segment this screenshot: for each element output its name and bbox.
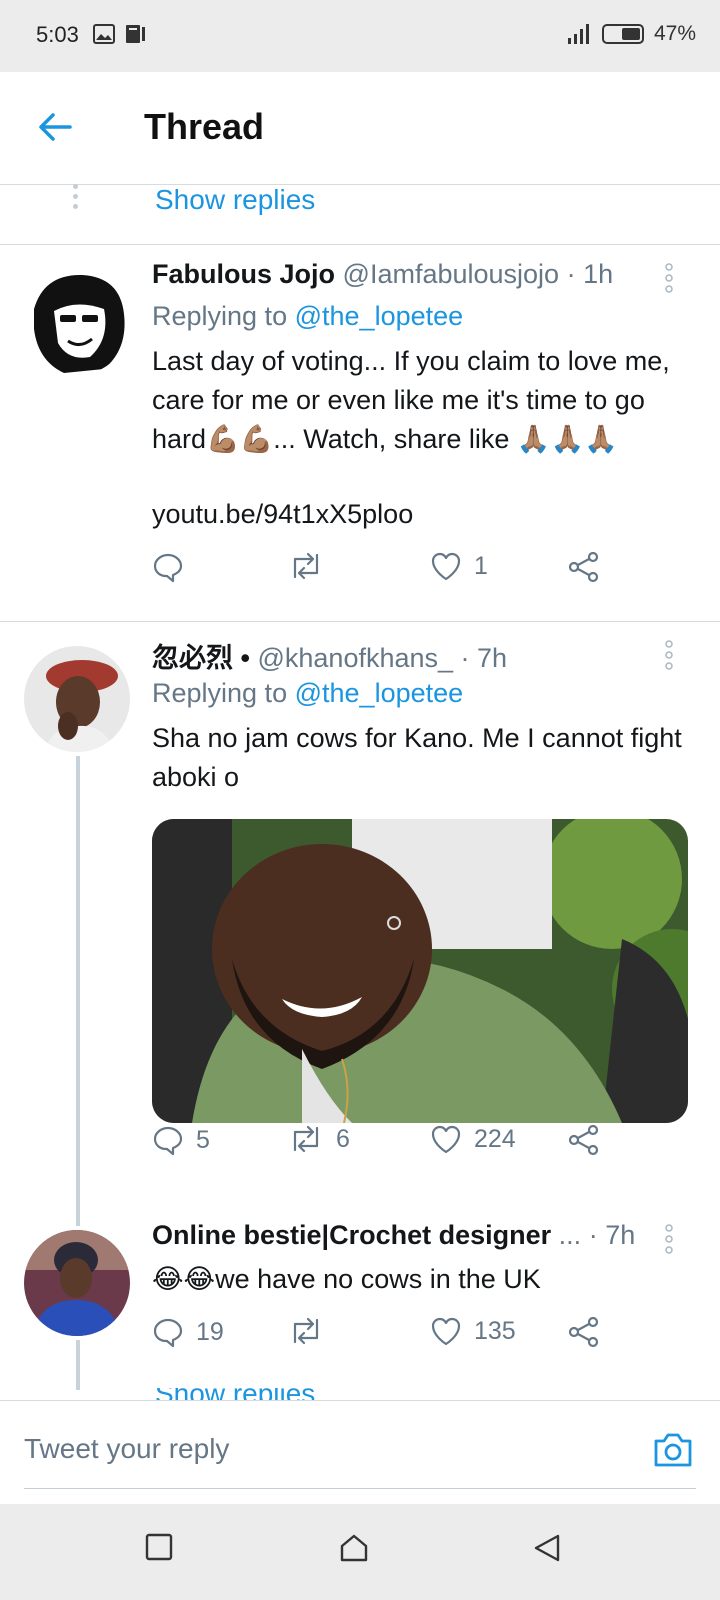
more-options-icon[interactable]	[664, 263, 674, 298]
reply-button[interactable]: 19	[152, 1316, 224, 1348]
reply-icon	[153, 1126, 183, 1156]
gallery-icon	[93, 24, 115, 44]
reply-input[interactable]: Tweet your reply	[24, 1433, 229, 1465]
tweet-item[interactable]: Fabulous Jojo @Iamfabulousjojo · 1h Repl…	[0, 245, 720, 619]
camera-icon[interactable]	[652, 1431, 694, 1474]
tweet-time: · 7h	[460, 643, 508, 673]
replying-to: Replying to @the_lopetee	[152, 301, 463, 332]
retweet-icon	[293, 552, 319, 580]
show-replies-link[interactable]: Show replies	[155, 184, 315, 216]
author-handle[interactable]: @khanofkhans_	[257, 643, 453, 673]
tweet-item[interactable]: Online bestie|Crochet designer ... · 7h …	[0, 1206, 720, 1396]
photo-image	[152, 819, 688, 1123]
system-nav-bar	[0, 1504, 720, 1600]
tweet-header: Online bestie|Crochet designer ... · 7h	[152, 1220, 635, 1251]
like-button[interactable]: 135	[430, 1316, 516, 1346]
heart-icon	[431, 552, 461, 581]
retweet-button[interactable]: 6	[288, 1124, 350, 1154]
back-triangle-icon[interactable]	[532, 1532, 562, 1564]
author-handle[interactable]: @Iamfabulousjojo	[343, 259, 560, 289]
tweet-header: 忽必烈 • @khanofkhans_ · 7h	[152, 636, 507, 675]
page-title: Thread	[144, 106, 265, 147]
like-button[interactable]: 224	[430, 1124, 516, 1154]
reply-icon	[153, 553, 183, 583]
avatar-image	[24, 1230, 130, 1336]
avatar-image	[24, 646, 130, 752]
like-button[interactable]: 1	[430, 551, 488, 581]
back-arrow-icon[interactable]	[36, 108, 74, 146]
avatar[interactable]	[24, 1230, 130, 1336]
share-icon	[568, 551, 599, 583]
recents-icon[interactable]	[144, 1532, 174, 1562]
reply-count: 5	[196, 1125, 210, 1154]
tweet-time: · 1h	[566, 259, 614, 289]
status-notification-icons	[92, 22, 148, 46]
signal-icon	[567, 24, 589, 44]
status-right: 47%	[566, 22, 696, 46]
thread-dots	[73, 184, 79, 214]
replying-to-handle[interactable]: @the_lopetee	[295, 301, 464, 331]
share-icon	[568, 1124, 599, 1156]
thread-connector-line	[76, 1340, 80, 1390]
status-bar: 5:03 47%	[0, 0, 720, 72]
retweet-count: 6	[336, 1124, 350, 1153]
tweet-text: Last day of voting... If you claim to lo…	[152, 346, 670, 454]
like-count: 1	[474, 551, 488, 580]
author-name[interactable]: Online bestie|Crochet designer	[152, 1220, 551, 1250]
tweet-time: · 7h	[588, 1220, 636, 1250]
like-count: 224	[474, 1124, 516, 1153]
reply-button[interactable]	[152, 551, 196, 583]
reply-count: 19	[196, 1317, 224, 1346]
reply-input-underline	[24, 1488, 696, 1489]
battery-percent: 47%	[653, 22, 696, 45]
tweet-header: Fabulous Jojo @Iamfabulousjojo · 1h	[152, 259, 613, 290]
like-count: 135	[474, 1316, 516, 1345]
reply-composer[interactable]: Tweet your reply	[0, 1400, 720, 1505]
author-name[interactable]: Fabulous Jojo	[152, 259, 335, 289]
author-name[interactable]: 忽必烈 •	[152, 643, 250, 673]
reader-app-icon	[126, 25, 145, 43]
retweet-icon	[293, 1317, 319, 1345]
heart-icon	[431, 1317, 461, 1346]
reply-icon	[153, 1318, 183, 1348]
tweet-photo[interactable]	[152, 819, 688, 1123]
home-icon[interactable]	[338, 1532, 370, 1564]
replying-to: Replying to @the_lopetee	[152, 678, 463, 709]
share-button[interactable]	[568, 1124, 600, 1156]
tweet-text: 😂😂we have no cows in the UK	[152, 1264, 541, 1294]
tweet-link[interactable]: youtu.be/94t1xX5ploo	[152, 495, 682, 534]
tweet-actions: 19 135	[152, 1316, 622, 1356]
replying-prefix: Replying to	[152, 301, 288, 331]
retweet-button[interactable]	[288, 551, 336, 581]
tweet-item[interactable]: 忽必烈 • @khanofkhans_ · 7h Replying to @th…	[0, 622, 720, 1226]
tweet-actions: 1	[152, 551, 622, 591]
replying-prefix: Replying to	[152, 678, 288, 708]
thread-connector-line	[76, 756, 80, 1226]
more-options-icon[interactable]	[664, 1224, 674, 1259]
avatar-image	[24, 269, 130, 375]
tweet-actions: 5 6 224	[152, 1124, 622, 1164]
retweet-button[interactable]	[288, 1316, 336, 1346]
replying-to-handle[interactable]: @the_lopetee	[295, 678, 464, 708]
avatar[interactable]	[24, 269, 130, 375]
retweet-icon	[293, 1125, 319, 1153]
avatar[interactable]	[24, 646, 130, 752]
share-button[interactable]	[568, 1316, 600, 1348]
heart-icon	[431, 1125, 461, 1154]
top-app-bar: Thread	[0, 72, 720, 185]
share-icon	[568, 1316, 599, 1348]
status-time: 5:03	[36, 22, 79, 47]
more-options-icon[interactable]	[664, 640, 674, 675]
show-replies-row-top[interactable]: Show replies	[0, 184, 720, 245]
battery-icon	[601, 24, 644, 44]
tweet-text: Sha no jam cows for Kano. Me I cannot fi…	[152, 723, 682, 792]
author-handle[interactable]: ...	[559, 1220, 582, 1250]
share-button[interactable]	[568, 551, 600, 583]
reply-button[interactable]: 5	[152, 1124, 210, 1156]
